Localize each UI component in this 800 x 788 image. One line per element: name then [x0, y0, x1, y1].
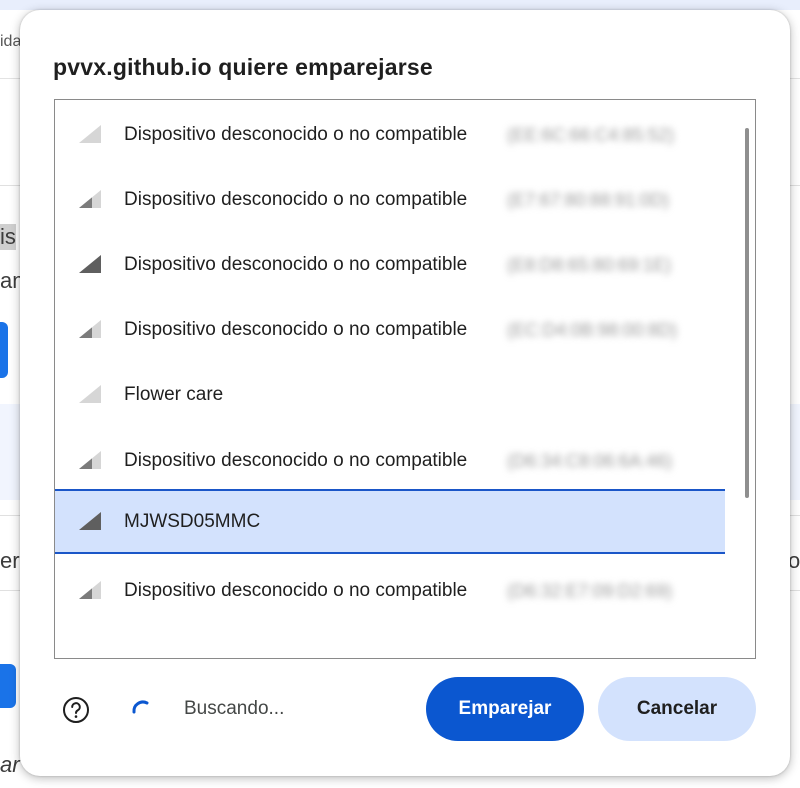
device-name: Dispositivo desconocido o no compatible	[124, 254, 468, 275]
device-name: Dispositivo desconocido o no compatible	[124, 450, 468, 471]
signal-strength-icon	[79, 190, 101, 208]
background-text-fragment: ida	[0, 33, 22, 50]
device-address: (EE:6C:66:C4:85:52)	[507, 125, 675, 145]
device-address: (E7:67:80:88:91:0D)	[507, 190, 670, 210]
pair-button[interactable]: Emparejar	[426, 677, 584, 741]
device-row[interactable]: Dispositivo desconocido o no compatible (…	[55, 167, 725, 232]
device-name: Dispositivo desconocido o no compatible	[124, 319, 468, 340]
device-row[interactable]: Dispositivo desconocido o no compatible (…	[55, 558, 725, 623]
signal-strength-icon	[79, 125, 101, 143]
scrollbar[interactable]	[745, 128, 749, 498]
background-button	[0, 322, 8, 378]
device-name: MJWSD05MMC	[124, 511, 261, 532]
device-name: Dispositivo desconocido o no compatible	[124, 189, 468, 210]
signal-strength-icon	[79, 512, 101, 530]
device-name: Dispositivo desconocido o no compatible	[124, 124, 468, 145]
loading-spinner-icon	[132, 700, 149, 714]
dialog-title: pvvx.github.io quiere emparejarse	[53, 54, 433, 80]
signal-strength-icon	[79, 451, 101, 469]
device-row[interactable]: Flower care	[55, 362, 725, 427]
signal-strength-icon	[79, 385, 101, 403]
device-name: Flower care	[124, 384, 224, 405]
device-row[interactable]: Dispositivo desconocido o no compatible (…	[55, 232, 725, 297]
status-text: Buscando...	[184, 698, 285, 719]
help-circle-icon[interactable]	[62, 696, 90, 724]
device-address: (EC:D4:0B:98:00:8D)	[507, 320, 678, 340]
device-row[interactable]: MJWSD05MMC	[55, 489, 725, 554]
background-text-fragment: is	[0, 224, 16, 250]
cancel-button[interactable]: Cancelar	[598, 677, 756, 741]
device-address: (D6:34:C8:06:6A:46)	[507, 451, 673, 471]
device-row[interactable]: Dispositivo desconocido o no compatible (…	[55, 428, 725, 493]
signal-strength-icon	[79, 581, 101, 599]
device-row[interactable]: Dispositivo desconocido o no compatible (…	[55, 102, 725, 167]
device-row[interactable]: Dispositivo desconocido o no compatible (…	[55, 297, 725, 362]
device-address: (E8:D8:65:80:69:1E)	[507, 255, 672, 275]
background-header-strip	[0, 0, 800, 10]
list-bottom-edge	[54, 658, 756, 659]
background-text-fragment: ar	[0, 752, 20, 777]
device-address: (D6:32:E7:09:D2:69)	[507, 581, 673, 601]
pairing-dialog: pvvx.github.io quiere emparejarse Dispos…	[20, 10, 790, 776]
device-list[interactable]: Dispositivo desconocido o no compatible (…	[54, 99, 756, 659]
device-name: Dispositivo desconocido o no compatible	[124, 580, 468, 601]
signal-strength-icon	[79, 320, 101, 338]
signal-strength-icon	[79, 255, 101, 273]
background-button	[0, 664, 16, 708]
